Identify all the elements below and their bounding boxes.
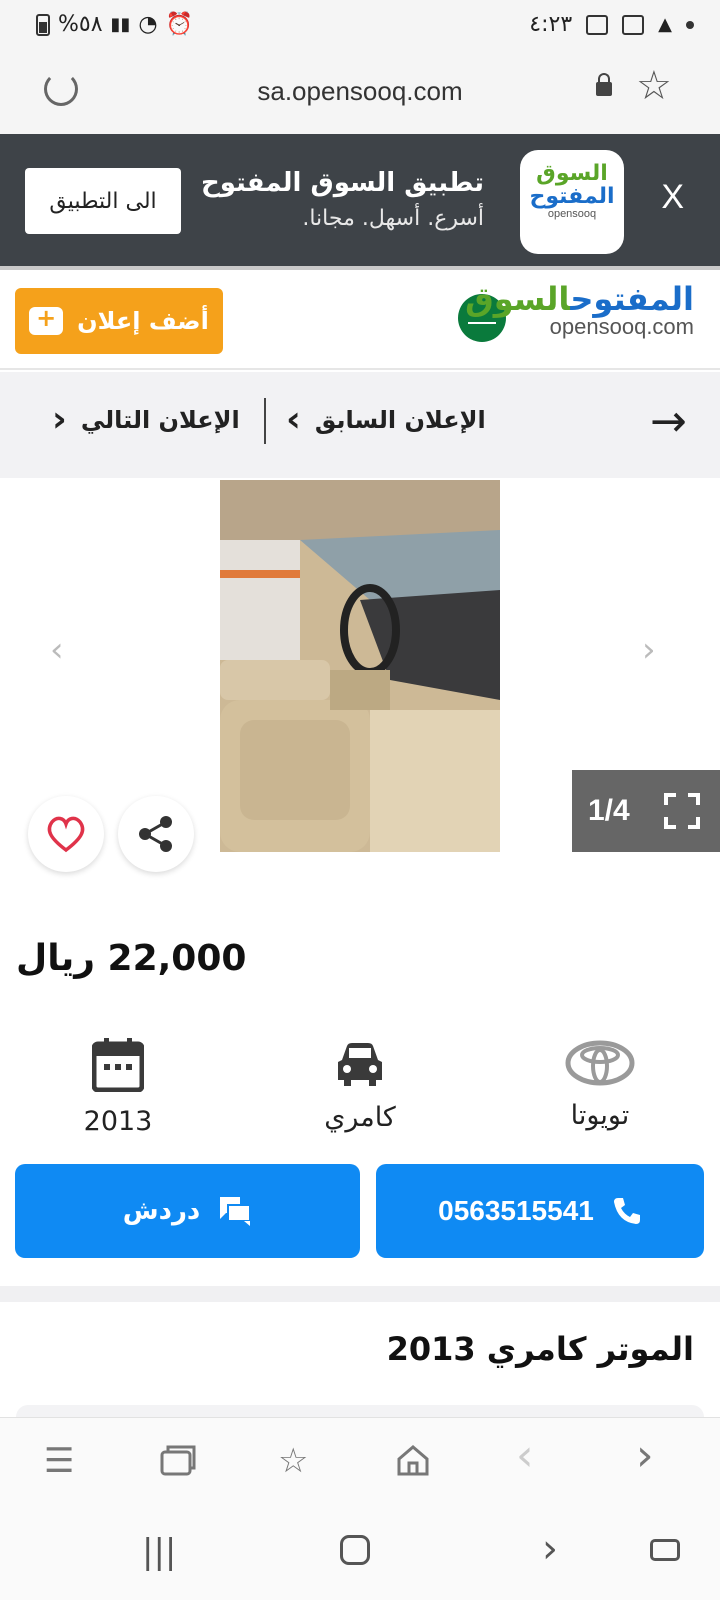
- banner-subtitle: أسرع. أسهل. مجانا.: [302, 206, 484, 231]
- camera-plus-icon: [29, 304, 64, 335]
- chevron-left-icon: ‹: [52, 399, 67, 440]
- section-divider: [0, 1286, 720, 1302]
- banner-close-button[interactable]: X: [661, 178, 684, 217]
- gallery-icon: [586, 14, 609, 35]
- url-bar: sa.opensooq.com ☆: [0, 54, 720, 134]
- status-left: %٥٨ ▮▮ ◔ ⏰: [36, 12, 193, 37]
- home-shape-icon: [397, 1445, 429, 1476]
- open-app-button[interactable]: الى التطبيق: [25, 168, 181, 234]
- spec-make-label: تويوتا: [570, 1100, 630, 1131]
- bookmarks-icon[interactable]: ☆: [278, 1444, 308, 1478]
- url-text[interactable]: sa.opensooq.com: [0, 76, 720, 107]
- bookmark-star-icon[interactable]: ☆: [636, 66, 672, 106]
- phone-icon: [613, 1198, 640, 1224]
- next-ad-link[interactable]: الإعلان التالي ‹: [52, 399, 240, 440]
- app-logo: السوق المفتوح opensooq: [520, 150, 624, 254]
- previous-ad-label: الإعلان السابق: [314, 406, 486, 435]
- alarm-icon: ⏰: [165, 12, 193, 37]
- phone-number: 0563515541: [438, 1195, 594, 1226]
- calendar-notification-icon: [622, 14, 645, 35]
- chevron-right-icon: ›: [286, 399, 301, 440]
- add-ad-label: أضف إعلان: [77, 307, 209, 335]
- chat-icon: [220, 1197, 252, 1226]
- ad-title: الموتر كامري 2013: [386, 1330, 694, 1368]
- lock-icon[interactable]: [596, 73, 612, 96]
- wifi-icon: ◔: [138, 12, 158, 37]
- signal-icon: ▮▮: [110, 14, 131, 35]
- back-button-icon[interactable]: ›: [542, 1529, 558, 1569]
- time: ٤:٢٣: [529, 12, 573, 37]
- call-button[interactable]: 0563515541: [376, 1164, 704, 1258]
- status-bar: %٥٨ ▮▮ ◔ ⏰ ٤:٢٣ ▲: [0, 0, 720, 54]
- price: 22,000 ريال: [16, 938, 247, 979]
- photo-counter-text: 1/4: [588, 794, 630, 827]
- app-logo-line2: المفتوح: [529, 184, 615, 210]
- gallery-prev-arrow-icon[interactable]: ‹: [50, 630, 64, 670]
- calendar-icon: [91, 1038, 145, 1093]
- browser-forward-icon[interactable]: ›: [636, 1434, 654, 1478]
- spec-make: تويوتا: [520, 1040, 680, 1131]
- add-ad-button[interactable]: أضف إعلان: [15, 288, 223, 354]
- home-button-icon[interactable]: [340, 1535, 370, 1565]
- site-logo[interactable]: المفتوحالسوق opensooq.com: [465, 280, 694, 340]
- chat-button[interactable]: دردش: [15, 1164, 360, 1258]
- share-icon: [139, 816, 172, 852]
- app-logo-line1: السوق: [536, 161, 608, 186]
- keyboard-toggle-icon[interactable]: [650, 1535, 680, 1561]
- recent-apps-icon[interactable]: |||: [142, 1535, 176, 1569]
- notification-icon: ▲: [658, 14, 672, 35]
- logo-ar-part1: السوق: [465, 280, 571, 318]
- spec-year-label: 2013: [83, 1106, 153, 1137]
- fullscreen-icon: [663, 793, 700, 829]
- photo-gallery: ‹ › 1/4: [0, 478, 720, 898]
- spec-model: كامري: [280, 1040, 440, 1133]
- car-interior-image: [220, 480, 500, 852]
- gallery-next-arrow-icon[interactable]: ›: [642, 630, 656, 670]
- tabs-icon[interactable]: [160, 1444, 196, 1482]
- status-right: ٤:٢٣ ▲: [529, 12, 694, 37]
- heart-icon: [47, 816, 85, 853]
- browser-back-icon[interactable]: ‹: [516, 1434, 534, 1478]
- car-interior-photo[interactable]: [220, 480, 500, 852]
- share-button[interactable]: [118, 796, 194, 872]
- app-logo-line3: opensooq: [547, 208, 597, 221]
- battery-icon: [36, 13, 50, 36]
- chat-label: دردش: [122, 1196, 201, 1226]
- toyota-logo-icon: [565, 1040, 635, 1086]
- home-icon[interactable]: [396, 1444, 430, 1482]
- spec-model-label: كامري: [324, 1102, 396, 1133]
- tabs-count-icon: [160, 1445, 196, 1476]
- banner-title: تطبيق السوق المفتوح: [200, 168, 484, 198]
- spec-year: 2013: [38, 1036, 198, 1137]
- car-icon: [338, 1043, 382, 1086]
- system-navigation-bar: ||| ›: [0, 1507, 720, 1600]
- app-install-banner: X السوق المفتوح opensooq تطبيق السوق الم…: [0, 134, 720, 270]
- battery-text: %٥٨: [58, 12, 103, 37]
- menu-icon[interactable]: ☰: [44, 1444, 74, 1478]
- site-header: أضف إعلان المفتوحالسوق opensooq.com: [0, 270, 720, 370]
- favorite-button[interactable]: [28, 796, 104, 872]
- nav-separator: [264, 398, 266, 444]
- back-arrow-icon[interactable]: →: [650, 400, 687, 444]
- photo-counter[interactable]: 1/4: [572, 770, 720, 852]
- ad-navigation: → الإعلان السابق › الإعلان التالي ‹: [0, 372, 720, 478]
- more-notifications-dot: [686, 20, 694, 29]
- previous-ad-link[interactable]: الإعلان السابق ›: [286, 399, 486, 440]
- browser-toolbar: ☰ ☆ ‹ ›: [0, 1417, 720, 1507]
- next-ad-label: الإعلان التالي: [80, 406, 240, 435]
- logo-ar-part2: المفتوح: [570, 280, 694, 318]
